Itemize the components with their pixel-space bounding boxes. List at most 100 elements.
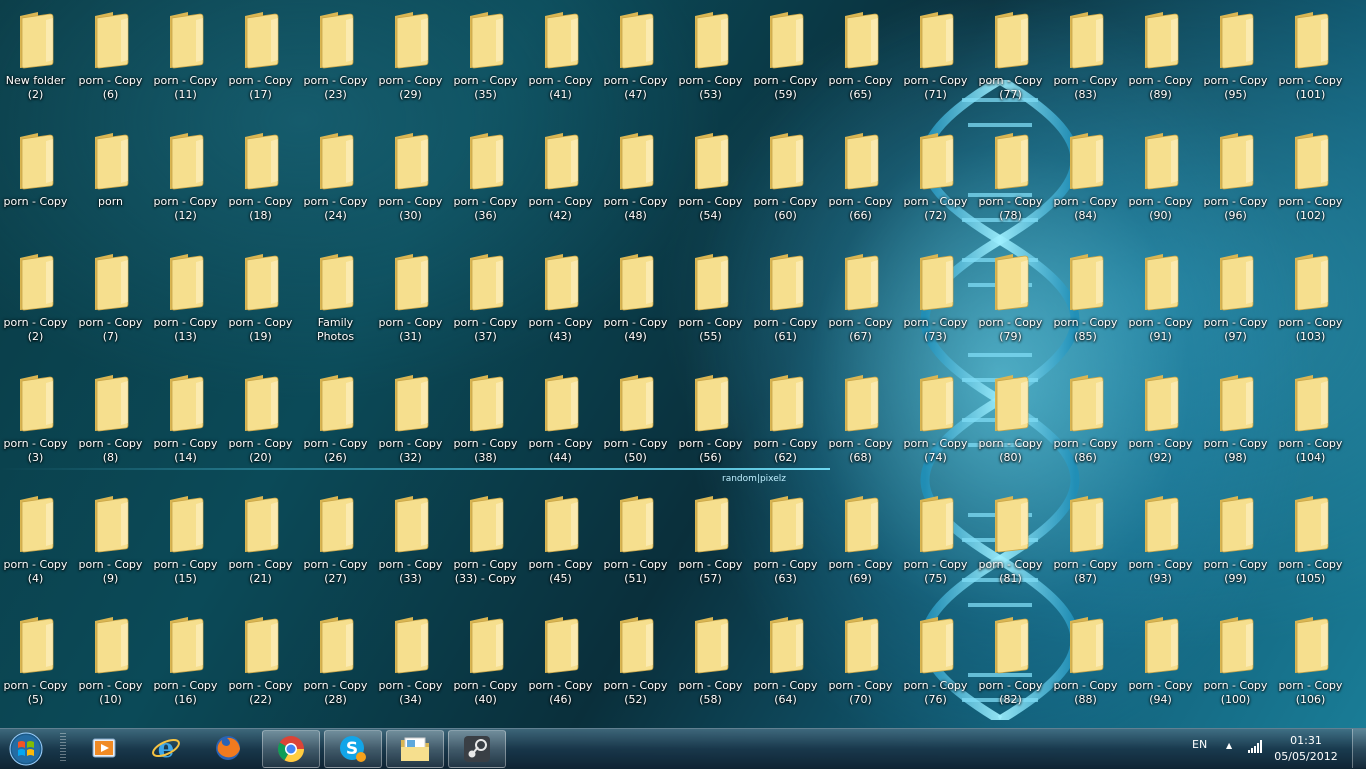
desktop-folder-icon[interactable]: porn - Copy (60) — [748, 125, 823, 235]
show-hidden-icons-icon[interactable]: ▲ — [1226, 741, 1232, 750]
desktop-folder-icon[interactable]: porn - Copy (98) — [1198, 367, 1273, 477]
desktop-folder-icon[interactable]: porn - Copy (27) — [298, 488, 373, 598]
desktop-folder-icon[interactable]: porn - Copy (85) — [1048, 246, 1123, 356]
desktop-folder-icon[interactable]: porn - Copy (101) — [1273, 4, 1348, 114]
start-button[interactable] — [6, 731, 46, 767]
desktop-folder-icon[interactable]: porn - Copy (68) — [823, 367, 898, 477]
desktop-folder-icon[interactable]: porn - Copy (36) — [448, 125, 523, 235]
desktop-folder-icon[interactable]: porn - Copy (15) — [148, 488, 223, 598]
desktop-folder-icon[interactable]: porn - Copy (87) — [1048, 488, 1123, 598]
show-desktop-button[interactable] — [1352, 729, 1366, 768]
desktop-folder-icon[interactable]: porn - Copy (94) — [1123, 609, 1198, 719]
desktop-folder-icon[interactable]: porn - Copy (77) — [973, 4, 1048, 114]
desktop-folder-icon[interactable]: porn - Copy (19) — [223, 246, 298, 356]
taskbar-grip[interactable] — [60, 733, 66, 763]
desktop-folder-icon[interactable]: porn - Copy (37) — [448, 246, 523, 356]
desktop-folder-icon[interactable]: porn - Copy (76) — [898, 609, 973, 719]
desktop-folder-icon[interactable]: porn - Copy (31) — [373, 246, 448, 356]
desktop-folder-icon[interactable]: porn - Copy (10) — [73, 609, 148, 719]
desktop-folder-icon[interactable]: porn - Copy (23) — [298, 4, 373, 114]
desktop-folder-icon[interactable]: porn - Copy (83) — [1048, 4, 1123, 114]
desktop-folder-icon[interactable]: porn - Copy (50) — [598, 367, 673, 477]
desktop-folder-icon[interactable]: porn - Copy (44) — [523, 367, 598, 477]
desktop-folder-icon[interactable]: porn - Copy (57) — [673, 488, 748, 598]
desktop-folder-icon[interactable]: porn - Copy (32) — [373, 367, 448, 477]
desktop-folder-icon[interactable]: porn - Copy (16) — [148, 609, 223, 719]
taskbar-chrome[interactable] — [262, 730, 320, 768]
desktop-folder-icon[interactable]: porn - Copy (70) — [823, 609, 898, 719]
desktop-folder-icon[interactable]: porn - Copy (56) — [673, 367, 748, 477]
desktop-folder-icon[interactable]: porn - Copy (100) — [1198, 609, 1273, 719]
desktop-folder-icon[interactable]: porn - Copy (21) — [223, 488, 298, 598]
desktop-folder-icon[interactable]: porn - Copy (14) — [148, 367, 223, 477]
desktop-folder-icon[interactable]: porn - Copy (33) — [373, 488, 448, 598]
desktop-folder-icon[interactable]: porn - Copy (2) — [0, 246, 73, 356]
desktop-folder-icon[interactable]: porn - Copy (42) — [523, 125, 598, 235]
taskbar-internet-explorer[interactable]: e — [138, 730, 194, 766]
desktop-folder-icon[interactable]: porn - Copy (88) — [1048, 609, 1123, 719]
desktop-folder-icon[interactable]: porn - Copy (40) — [448, 609, 523, 719]
desktop-folder-icon[interactable]: porn - Copy (65) — [823, 4, 898, 114]
desktop-folder-icon[interactable]: porn - Copy (66) — [823, 125, 898, 235]
desktop-folder-icon[interactable]: porn - Copy (12) — [148, 125, 223, 235]
desktop-folder-icon[interactable]: porn - Copy (26) — [298, 367, 373, 477]
desktop-folder-icon[interactable]: porn - Copy (49) — [598, 246, 673, 356]
desktop-folder-icon[interactable]: porn - Copy (30) — [373, 125, 448, 235]
desktop-folder-icon[interactable]: porn - Copy (9) — [73, 488, 148, 598]
desktop-folder-icon[interactable]: porn - Copy — [0, 125, 73, 235]
desktop-folder-icon[interactable]: porn - Copy (81) — [973, 488, 1048, 598]
desktop-folder-icon[interactable]: porn - Copy (91) — [1123, 246, 1198, 356]
taskbar-firefox[interactable] — [200, 730, 256, 766]
desktop-folder-icon[interactable]: porn - Copy (43) — [523, 246, 598, 356]
desktop-folder-icon[interactable]: porn - Copy (3) — [0, 367, 73, 477]
desktop-folder-icon[interactable]: porn - Copy (97) — [1198, 246, 1273, 356]
desktop-folder-icon[interactable]: porn - Copy (73) — [898, 246, 973, 356]
desktop-folder-icon[interactable]: porn - Copy (54) — [673, 125, 748, 235]
desktop-folder-icon[interactable]: porn - Copy (53) — [673, 4, 748, 114]
desktop-folder-icon[interactable]: porn - Copy (96) — [1198, 125, 1273, 235]
desktop-folder-icon[interactable]: porn - Copy (105) — [1273, 488, 1348, 598]
desktop-folder-icon[interactable]: porn - Copy (45) — [523, 488, 598, 598]
desktop-folder-icon[interactable]: porn - Copy (22) — [223, 609, 298, 719]
desktop-folder-icon[interactable]: porn - Copy (41) — [523, 4, 598, 114]
desktop-folder-icon[interactable]: porn - Copy (51) — [598, 488, 673, 598]
desktop-folder-icon[interactable]: porn - Copy (71) — [898, 4, 973, 114]
desktop-folder-icon[interactable]: porn - Copy (29) — [373, 4, 448, 114]
desktop-folder-icon[interactable]: porn - Copy (102) — [1273, 125, 1348, 235]
taskbar-steam[interactable] — [448, 730, 506, 768]
desktop-folder-icon[interactable]: porn - Copy (79) — [973, 246, 1048, 356]
desktop-folder-icon[interactable]: porn - Copy (4) — [0, 488, 73, 598]
desktop-folder-icon[interactable]: porn - Copy (89) — [1123, 4, 1198, 114]
desktop-folder-icon[interactable]: porn - Copy (24) — [298, 125, 373, 235]
taskbar-windows-explorer[interactable] — [386, 730, 444, 768]
desktop-folder-icon[interactable]: porn - Copy (38) — [448, 367, 523, 477]
desktop-folder-icon[interactable]: porn - Copy (47) — [598, 4, 673, 114]
desktop-folder-icon[interactable]: porn - Copy (72) — [898, 125, 973, 235]
desktop-folder-icon[interactable]: porn — [73, 125, 148, 235]
desktop-folder-icon[interactable]: porn - Copy (8) — [73, 367, 148, 477]
desktop-folder-icon[interactable]: porn - Copy (75) — [898, 488, 973, 598]
desktop-folder-icon[interactable]: porn - Copy (13) — [148, 246, 223, 356]
desktop-folder-icon[interactable]: porn - Copy (78) — [973, 125, 1048, 235]
desktop-folder-icon[interactable]: porn - Copy (18) — [223, 125, 298, 235]
desktop-folder-icon[interactable]: porn - Copy (63) — [748, 488, 823, 598]
desktop-folder-icon[interactable]: porn - Copy (35) — [448, 4, 523, 114]
desktop-folder-icon[interactable]: Family Photos — [298, 246, 373, 356]
language-indicator[interactable]: EN — [1192, 738, 1207, 751]
desktop-folder-icon[interactable]: porn - Copy (58) — [673, 609, 748, 719]
desktop-folder-icon[interactable]: porn - Copy (64) — [748, 609, 823, 719]
desktop-folder-icon[interactable]: porn - Copy (33) - Copy — [448, 488, 523, 598]
desktop-folder-icon[interactable]: porn - Copy (11) — [148, 4, 223, 114]
desktop-folder-icon[interactable]: porn - Copy (69) — [823, 488, 898, 598]
desktop-folder-icon[interactable]: porn - Copy (82) — [973, 609, 1048, 719]
desktop-folder-icon[interactable]: porn - Copy (20) — [223, 367, 298, 477]
desktop-folder-icon[interactable]: porn - Copy (61) — [748, 246, 823, 356]
desktop-folder-icon[interactable]: New folder (2) — [0, 4, 73, 114]
desktop-folder-icon[interactable]: porn - Copy (67) — [823, 246, 898, 356]
network-signal-icon[interactable] — [1248, 740, 1264, 754]
desktop-folder-icon[interactable]: porn - Copy (7) — [73, 246, 148, 356]
desktop-folder-icon[interactable]: porn - Copy (74) — [898, 367, 973, 477]
desktop-folder-icon[interactable]: porn - Copy (17) — [223, 4, 298, 114]
desktop-folder-icon[interactable]: porn - Copy (95) — [1198, 4, 1273, 114]
taskbar-skype[interactable]: S — [324, 730, 382, 768]
